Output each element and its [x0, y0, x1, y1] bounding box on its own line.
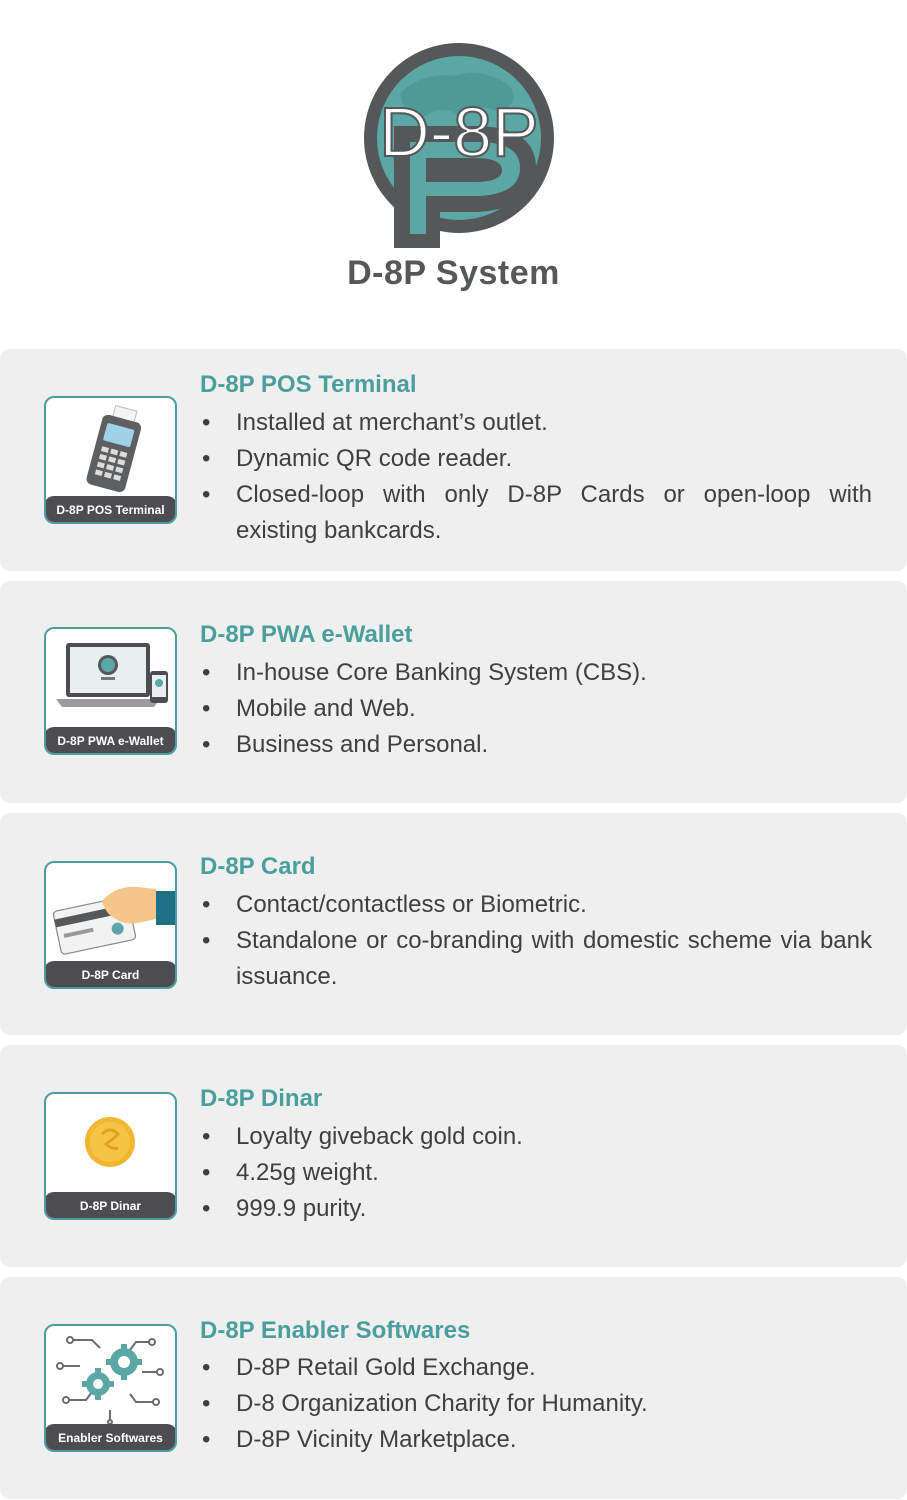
logo-text: D-8P	[379, 93, 538, 171]
card-title: D-8P Dinar	[200, 1085, 323, 1112]
bullet-list: Installed at merchant’s outlet. Dynamic …	[200, 405, 872, 549]
card-title: D-8P POS Terminal	[200, 371, 417, 398]
bullet-list: In-house Core Banking System (CBS). Mobi…	[200, 655, 872, 763]
d8p-card-card: D-8P Card D-8P Card Contact/contactless …	[0, 813, 907, 1035]
system-title: D-8P System	[347, 254, 560, 292]
laptop-phone-icon	[56, 643, 168, 707]
pos-terminal-icon	[86, 404, 142, 493]
d8p-card-thumb[interactable]: D-8P Card	[44, 861, 177, 989]
bullet-item: Contact/contactless or Biometric.	[200, 887, 872, 923]
header: D-8P D-8P System	[0, 0, 907, 340]
thumb-label: D-8P Card	[46, 961, 175, 987]
bullet-item: D-8 Organization Charity for Humanity.	[200, 1386, 872, 1422]
thumb-label: D-8P POS Terminal	[46, 496, 175, 522]
bullet-list: Loyalty giveback gold coin. 4.25g weight…	[200, 1119, 872, 1227]
thumb-label: D-8P Dinar	[46, 1192, 175, 1218]
bullet-item: Closed-loop with only D-8P Cards or open…	[200, 477, 872, 549]
pos-terminal-card: D-8P POS Terminal D-8P POS Terminal Inst…	[0, 349, 907, 571]
bullet-item: D-8P Vicinity Marketplace.	[200, 1422, 872, 1458]
ewallet-thumb[interactable]: D-8P PWA e-Wallet	[44, 627, 177, 755]
bullet-item: Business and Personal.	[200, 727, 872, 763]
card-in-hand-icon	[52, 886, 175, 955]
card-title: D-8P PWA e-Wallet	[200, 621, 413, 648]
bullet-item: Mobile and Web.	[200, 691, 872, 727]
bullet-list: Contact/contactless or Biometric. Standa…	[200, 887, 872, 995]
dinar-card: D-8P Dinar D-8P Dinar Loyalty giveback g…	[0, 1045, 907, 1267]
thumb-label: Enabler Softwares	[46, 1424, 175, 1450]
pos-terminal-thumb[interactable]: D-8P POS Terminal	[44, 396, 177, 524]
thumb-label: D-8P PWA e-Wallet	[46, 727, 175, 753]
bullet-item: D-8P Retail Gold Exchange.	[200, 1350, 872, 1386]
card-title: D-8P Enabler Softwares	[200, 1317, 471, 1344]
bullet-item: Installed at merchant’s outlet.	[200, 405, 872, 441]
gears-circuit-icon	[56, 1336, 164, 1425]
bullet-list: D-8P Retail Gold Exchange. D-8 Organizat…	[200, 1350, 872, 1458]
bullet-item: 4.25g weight.	[200, 1155, 872, 1191]
gold-coin-icon	[85, 1117, 135, 1167]
ewallet-card: D-8P PWA e-Wallet D-8P PWA e-Wallet In-h…	[0, 581, 907, 803]
d8p-logo: D-8P	[364, 43, 554, 248]
bullet-item: Loyalty giveback gold coin.	[200, 1119, 872, 1155]
bullet-item: Dynamic QR code reader.	[200, 441, 872, 477]
dinar-thumb[interactable]: D-8P Dinar	[44, 1092, 177, 1220]
card-title: D-8P Card	[200, 853, 316, 880]
enabler-softwares-card: Enabler Softwares D-8P Enabler Softwares…	[0, 1277, 907, 1499]
enabler-softwares-thumb[interactable]: Enabler Softwares	[44, 1324, 177, 1452]
bullet-item: Standalone or co-branding with domestic …	[200, 923, 872, 995]
bullet-item: In-house Core Banking System (CBS).	[200, 655, 872, 691]
bullet-item: 999.9 purity.	[200, 1191, 872, 1227]
